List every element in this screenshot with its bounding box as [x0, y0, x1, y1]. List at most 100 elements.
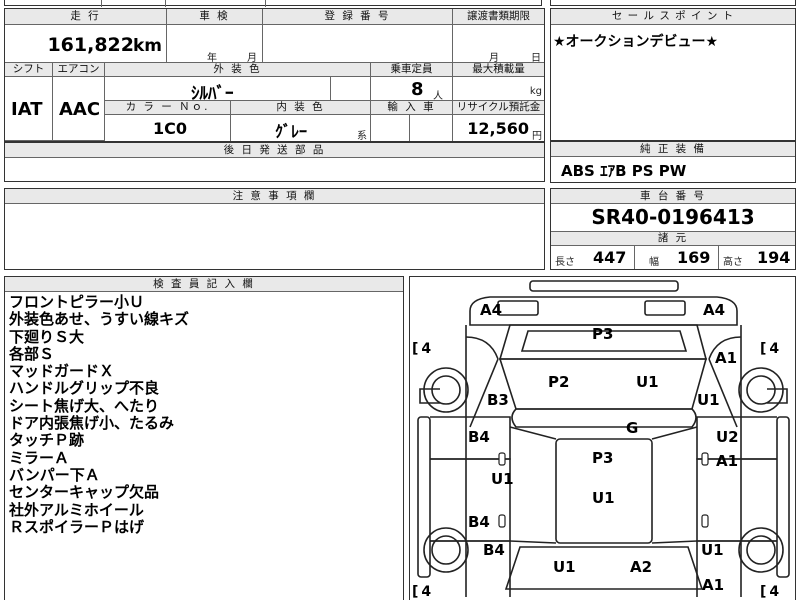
height-cell: 高さ 194: [723, 248, 791, 268]
remark-line: 下廻りＳ大: [9, 327, 85, 346]
import-cell: [371, 115, 453, 141]
damage-left-front-fender: B3: [487, 391, 509, 409]
color-no-cell: 1C0: [105, 115, 231, 141]
remark-line: ドア内張焦げ小、たるみ: [9, 414, 175, 433]
ext-color-extra: [331, 77, 371, 101]
height-value: 194: [757, 248, 791, 267]
remark-line: 社外アルミホイール: [9, 500, 144, 519]
chassis-value: SR40-0196413: [591, 205, 755, 229]
import-header: 輸 入 車: [371, 101, 453, 115]
damage-rear-right-corner: A1: [702, 576, 725, 594]
width-cell: 幅 169: [635, 246, 719, 269]
aircon-header: エアコン: [53, 63, 105, 77]
max-load-cell: kg: [453, 77, 544, 101]
remark-line: マッドガードＸ: [9, 362, 115, 381]
shift-cell: IAT: [5, 77, 53, 141]
damage-rear-gate-right: A2: [630, 558, 653, 576]
transfer-cell: 月 日: [453, 25, 544, 64]
remark-line: ミラーＡ: [9, 448, 70, 467]
mileage-unit: km: [132, 36, 162, 56]
damage-roof: P3: [592, 449, 614, 467]
remark-line: バンパー下Ａ: [9, 465, 100, 484]
equipment-box: 純 正 装 備 ABS ｴｱB PS PW: [550, 141, 796, 183]
inspector-header: 検 査 員 記 入 欄: [5, 277, 403, 292]
notes-box: 注 意 事 項 欄: [4, 188, 545, 270]
registration-cell: [263, 25, 453, 63]
inspector-box: 検 査 員 記 入 欄 フロントピラー小Ｕ 外装色あせ、うすい線キズ 下廻りＳ大…: [4, 276, 404, 600]
capacity-value: 8: [411, 79, 424, 100]
tire-rear-right: [4: [760, 584, 783, 600]
tire-rear-left: [4: [412, 584, 435, 600]
equipment-value: ABS ｴｱB PS PW: [561, 162, 687, 180]
top-strip: [4, 0, 542, 7]
color-no-value: 1C0: [153, 119, 188, 138]
ext-color-cell: ｼﾙﾊﾞｰ: [105, 77, 331, 104]
damage-right-front-door-low: A1: [716, 452, 739, 470]
later-parts-header: 後 日 発 送 部 品: [5, 143, 544, 158]
damage-roof-rear: U1: [592, 489, 615, 507]
remark-line: センターキャップ欠品: [9, 483, 160, 502]
remark-line: タッチＰ跡: [9, 431, 85, 450]
shift-header: シフト: [5, 63, 53, 77]
aircon-cell: AAC: [53, 77, 105, 141]
remarks-list: フロントピラー小Ｕ 外装色あせ、うすい線キズ 下廻りＳ大 各部Ｓ マッドガードＸ…: [9, 293, 190, 536]
int-color-cell: ｸﾞﾚｰ 系: [231, 115, 371, 142]
damage-right-front-fender: U1: [697, 391, 720, 409]
damage-front-right-bumper: A4: [703, 301, 726, 319]
mileage-cell: 161,822 km: [5, 25, 167, 63]
remark-line: 各部Ｓ: [9, 344, 55, 363]
damage-roof-front: G: [626, 419, 639, 437]
recycle-header: リサイクル預託金: [453, 101, 544, 115]
mileage-value: 161,822: [47, 34, 134, 56]
damage-left-rear-quarter: B4: [483, 541, 505, 559]
int-color-value: ｸﾞﾚｰ: [275, 122, 308, 141]
damage-right-front-door: U2: [716, 428, 739, 446]
inspection-header: 車 検: [167, 9, 263, 25]
notes-header: 注 意 事 項 欄: [5, 189, 544, 204]
chassis-box: 車 台 番 号 SR40-0196413 諸 元 長さ 447 幅 169 高さ…: [550, 188, 796, 270]
registration-header: 登 録 番 号: [263, 9, 453, 25]
width-value: 169: [677, 248, 711, 267]
top-strip-right: [550, 0, 796, 6]
damage-left-rear-door: U1: [491, 470, 514, 488]
shift-value: IAT: [11, 99, 43, 120]
damage-right-front-fender-top: A1: [715, 349, 738, 367]
capacity-cell: 8 人: [371, 77, 453, 102]
tire-front-right: [4: [760, 341, 783, 357]
length-cell: 長さ 447: [551, 246, 635, 269]
transfer-deadline-header: 譲渡書類期限: [453, 9, 544, 25]
damage-diagram: [4 [4 [4 [4 A4 A4 P3 P2 U1 B3 A1 U1 G B4…: [409, 276, 796, 600]
remark-line: 外装色あせ、うすい線キズ: [9, 310, 190, 329]
vehicle-info-box: 走 行 車 検 登 録 番 号 譲渡書類期限 161,822 km 年 月 月 …: [4, 8, 545, 142]
inspection-cell: 年 月: [167, 25, 263, 64]
tire-front-left: [4: [412, 341, 435, 357]
remark-line: ＲスポイラーＰはげ: [9, 517, 145, 536]
int-color-header: 内 装 色: [231, 101, 371, 115]
recycle-cell: 12,560 円: [467, 119, 542, 142]
damage-front-left-bumper: A4: [480, 301, 503, 319]
equipment-header: 純 正 装 備: [551, 142, 795, 157]
damage-right-rear-quarter: U1: [701, 541, 724, 559]
aircon-value: AAC: [59, 99, 101, 120]
sales-point-header: セ ー ル ス ポ イ ン ト: [551, 9, 795, 25]
dims-header: 諸 元: [551, 231, 795, 246]
later-parts-box: 後 日 発 送 部 品: [4, 142, 545, 182]
sales-point-text: ★オークションデビュー★: [553, 34, 719, 50]
remark-line: シート焦げ大、へたり: [9, 396, 160, 415]
damage-rear-gate-left: U1: [553, 558, 576, 576]
damage-left-slide: B4: [468, 513, 490, 531]
remark-line: ハンドルグリップ不良: [9, 379, 160, 398]
max-load-header: 最大積載量: [453, 63, 544, 77]
ext-color-header: 外 装 色: [105, 63, 371, 77]
chassis-header: 車 台 番 号: [551, 189, 795, 204]
sales-point-box: セ ー ル ス ポ イ ン ト ★オークションデビュー★: [550, 8, 796, 141]
remark-line: フロントピラー小Ｕ: [9, 293, 145, 311]
damage-windshield-right: U1: [636, 373, 659, 391]
color-no-header: カ ラ ー Ｎｏ.: [105, 101, 231, 115]
damage-windshield-left: P2: [548, 373, 570, 391]
damage-hood: P3: [592, 325, 614, 343]
mileage-header: 走 行: [5, 9, 167, 25]
capacity-header: 乗車定員: [371, 63, 453, 77]
damage-left-front-door: B4: [468, 428, 490, 446]
recycle-value: 12,560: [467, 119, 529, 138]
